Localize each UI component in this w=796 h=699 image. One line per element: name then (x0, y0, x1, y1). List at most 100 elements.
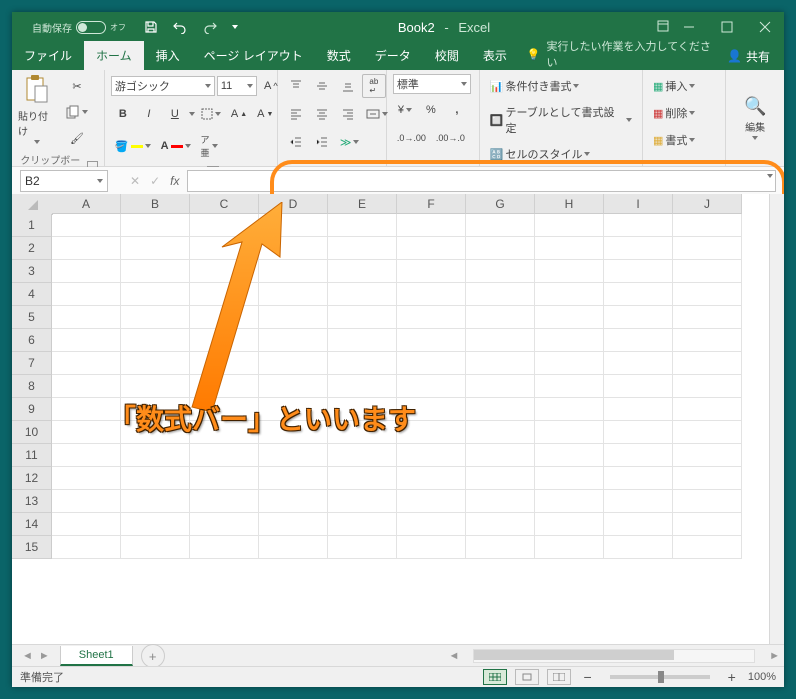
close-button[interactable] (746, 12, 784, 42)
cell[interactable] (604, 306, 673, 329)
cell[interactable] (466, 467, 535, 490)
row-header[interactable]: 15 (12, 536, 52, 559)
cell[interactable] (328, 283, 397, 306)
col-header[interactable]: E (328, 194, 397, 214)
cell[interactable] (52, 490, 121, 513)
cell[interactable] (259, 352, 328, 375)
cell[interactable] (52, 329, 121, 352)
cell[interactable] (397, 329, 466, 352)
cell[interactable] (397, 444, 466, 467)
row-header[interactable]: 10 (12, 421, 52, 444)
row-header[interactable]: 12 (12, 467, 52, 490)
tab-page-layout[interactable]: ページ レイアウト (192, 41, 315, 70)
cell[interactable] (535, 467, 604, 490)
cell[interactable] (190, 375, 259, 398)
cell[interactable] (121, 214, 190, 237)
cell[interactable] (673, 536, 742, 559)
cell[interactable] (328, 421, 397, 444)
cell[interactable] (466, 329, 535, 352)
cell[interactable] (397, 237, 466, 260)
cell[interactable] (259, 237, 328, 260)
cell[interactable] (121, 329, 190, 352)
decrease-font-icon[interactable]: A▼ (253, 102, 277, 126)
col-header[interactable]: A (52, 194, 121, 214)
cell[interactable] (259, 260, 328, 283)
cancel-formula-icon[interactable]: ✕ (130, 174, 140, 188)
cell[interactable] (535, 260, 604, 283)
cell[interactable] (121, 352, 190, 375)
formula-bar-input[interactable] (187, 170, 776, 192)
row-header[interactable]: 11 (12, 444, 52, 467)
undo-icon[interactable] (172, 20, 188, 34)
increase-indent-button[interactable] (310, 130, 334, 154)
cell[interactable] (190, 398, 259, 421)
cell[interactable] (397, 398, 466, 421)
cell[interactable] (604, 237, 673, 260)
cell[interactable] (535, 513, 604, 536)
maximize-button[interactable] (708, 12, 746, 42)
cell[interactable] (259, 306, 328, 329)
cell[interactable] (52, 375, 121, 398)
cell[interactable] (52, 214, 121, 237)
decrease-indent-button[interactable] (284, 130, 308, 154)
cell[interactable] (328, 260, 397, 283)
ribbon-options-icon[interactable] (656, 19, 670, 36)
align-left-button[interactable] (284, 102, 308, 126)
cell[interactable] (121, 398, 190, 421)
hscroll-right-icon[interactable]: ► (765, 650, 784, 662)
cell[interactable] (466, 306, 535, 329)
cell[interactable] (397, 214, 466, 237)
border-button[interactable] (197, 102, 225, 126)
zoom-level[interactable]: 100% (748, 671, 776, 683)
cell[interactable] (190, 352, 259, 375)
cell[interactable] (673, 352, 742, 375)
cell[interactable] (328, 375, 397, 398)
cell[interactable] (466, 375, 535, 398)
wrap-text-button[interactable]: ab↵ (362, 74, 386, 98)
decrease-decimal-button[interactable]: .00→.0 (432, 126, 469, 150)
tell-me-search[interactable]: 💡 実行したい作業を入力してください (519, 38, 713, 70)
cell[interactable] (466, 214, 535, 237)
bold-button[interactable]: B (111, 102, 135, 126)
row-header[interactable]: 1 (12, 214, 52, 237)
cell[interactable] (190, 536, 259, 559)
cell[interactable] (673, 329, 742, 352)
cell[interactable] (259, 421, 328, 444)
cell[interactable] (604, 398, 673, 421)
cell[interactable] (604, 490, 673, 513)
page-layout-view-button[interactable] (515, 669, 539, 685)
cell[interactable] (52, 421, 121, 444)
cell[interactable] (259, 444, 328, 467)
cell[interactable] (397, 513, 466, 536)
font-size-combo[interactable]: 11 (217, 76, 257, 96)
cell[interactable] (604, 513, 673, 536)
number-format-combo[interactable]: 標準 (393, 74, 471, 94)
cell[interactable] (190, 214, 259, 237)
zoom-slider[interactable] (610, 675, 710, 679)
cell[interactable] (673, 237, 742, 260)
cut-button[interactable]: ✂ (62, 74, 92, 98)
cell[interactable] (535, 421, 604, 444)
cell[interactable] (190, 260, 259, 283)
page-break-view-button[interactable] (547, 669, 571, 685)
sheet-nav-next-icon[interactable]: ► (39, 650, 50, 662)
cell[interactable] (328, 352, 397, 375)
cell[interactable] (121, 467, 190, 490)
cell[interactable] (259, 398, 328, 421)
autosave-toggle[interactable]: 自動保存 オフ (32, 20, 126, 35)
cell[interactable] (259, 214, 328, 237)
cell[interactable] (673, 306, 742, 329)
cell[interactable] (190, 283, 259, 306)
save-icon[interactable] (144, 20, 158, 34)
cell[interactable] (604, 421, 673, 444)
cell[interactable] (52, 536, 121, 559)
row-header[interactable]: 7 (12, 352, 52, 375)
cell[interactable] (397, 306, 466, 329)
comma-button[interactable]: , (445, 98, 469, 122)
delete-cells-button[interactable]: ▦削除 (649, 101, 699, 125)
cell[interactable] (259, 329, 328, 352)
cell[interactable] (535, 214, 604, 237)
cell[interactable] (190, 237, 259, 260)
cell[interactable] (466, 513, 535, 536)
cell[interactable] (604, 536, 673, 559)
